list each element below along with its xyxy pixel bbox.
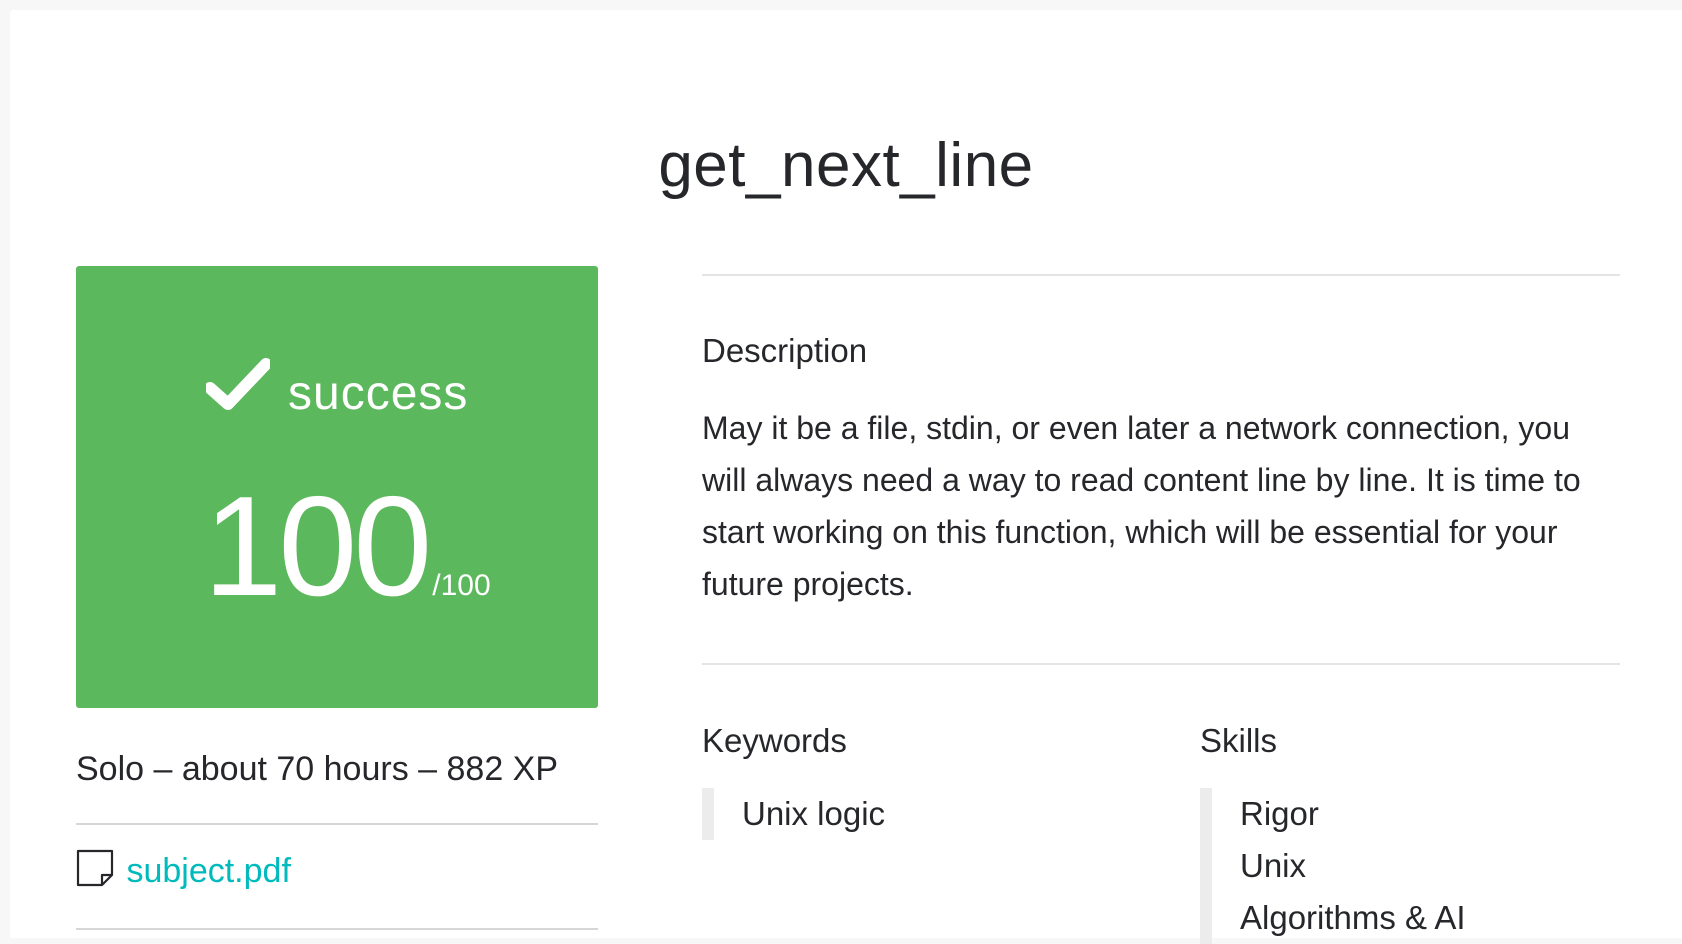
skill-item: Rigor: [1240, 795, 1319, 832]
page-title: get_next_line: [658, 131, 1034, 200]
document-icon: [76, 849, 114, 886]
project-page: get_next_line success 100/100 Solo – abo…: [10, 10, 1682, 944]
score-row: 100/100: [76, 476, 598, 618]
divider: [702, 274, 1620, 276]
score-max: /100: [432, 569, 491, 602]
final-score: 100: [203, 467, 432, 626]
checkmark-icon: [205, 357, 270, 410]
divider: [702, 663, 1620, 665]
skill-item: Algorithms & AI: [1240, 899, 1466, 936]
description-heading: Description: [702, 332, 868, 369]
skills-list: Rigor Unix Algorithms & AI: [1200, 788, 1466, 944]
divider: [76, 928, 598, 930]
divider: [76, 823, 598, 825]
description-text: May it be a file, stdin, or even later a…: [702, 410, 1581, 602]
status-row: success: [76, 357, 598, 421]
project-meta: Solo – about 70 hours – 882 XP: [76, 750, 559, 788]
keyword-item: Unix logic: [742, 795, 886, 832]
keywords-list: Unix logic: [702, 788, 885, 840]
status-label: success: [288, 367, 469, 420]
attachment[interactable]: subject.pdf: [76, 849, 291, 891]
keywords-heading: Keywords: [702, 722, 847, 759]
subject-pdf-link[interactable]: subject.pdf: [126, 852, 290, 891]
skill-item: Unix: [1240, 847, 1307, 884]
skills-heading: Skills: [1200, 722, 1278, 759]
result-card: success 100/100: [76, 266, 598, 708]
